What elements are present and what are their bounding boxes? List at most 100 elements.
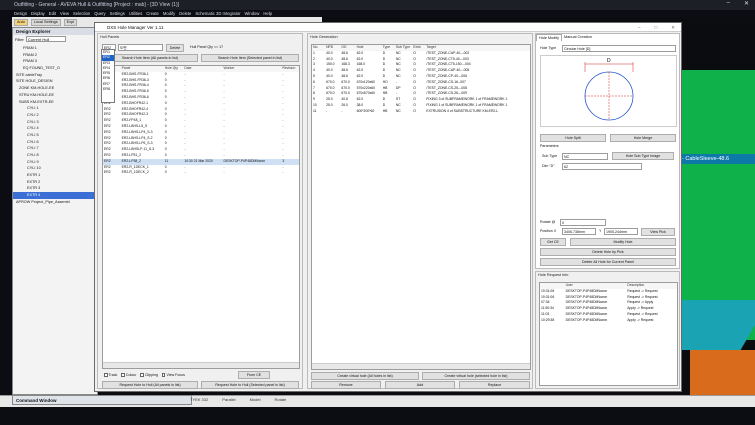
- table-row[interactable]: 10:29:38 DESKTOP-P4P48DM\kwon Apply -> Req…: [540, 318, 677, 324]
- menu-item[interactable]: Delete: [179, 10, 191, 17]
- tree-item[interactable]: CYLI 1: [13, 105, 97, 112]
- close-icon[interactable]: ✕: [744, 0, 749, 10]
- minimize-icon[interactable]: –: [727, 0, 730, 10]
- create-all-virtual-hole-button[interactable]: Create virtual hole (All holes in list): [311, 372, 419, 380]
- rotate-input[interactable]: 0: [560, 219, 606, 226]
- hole-split-button[interactable]: Hole Split: [540, 134, 606, 142]
- tree-item[interactable]: CYLI 9: [13, 159, 97, 166]
- menu-item[interactable]: Selection: [73, 10, 90, 17]
- search-all-panels-button[interactable]: Search Hole Item (All panels in list): [102, 54, 198, 62]
- tree-item[interactable]: CYLI 2: [13, 112, 97, 119]
- menu-item[interactable]: Window: [244, 10, 259, 17]
- tree-item[interactable]: SUBS KM-EXTR-EE: [13, 99, 97, 106]
- tree-item[interactable]: CYLI 6: [13, 139, 97, 146]
- dialog-minimize-icon[interactable]: –: [638, 23, 641, 32]
- tree-item[interactable]: CYLI 7: [13, 145, 97, 152]
- search-selected-panel-button[interactable]: Search Hole Item (Selected panel in list…: [201, 54, 299, 62]
- tree-item[interactable]: CYLI 10: [13, 165, 97, 172]
- modify-hole-button[interactable]: Modify Hole: [570, 238, 676, 246]
- delete-all-holes-button[interactable]: Delete All Hole for Current Panel: [540, 258, 676, 266]
- dropdown-option[interactable]: ER8: [102, 87, 114, 92]
- tab-manual-creation[interactable]: Manual Creation: [562, 34, 594, 40]
- menu-item[interactable]: Utilities: [129, 10, 143, 17]
- tree-item[interactable]: CYLI 8: [13, 152, 97, 159]
- from-ce-button[interactable]: From CE: [238, 371, 270, 379]
- tree-item[interactable]: CYLI 5: [13, 132, 97, 139]
- menu-item[interactable]: Schematic 3D Integrator: [195, 10, 240, 17]
- tab-hole-modify[interactable]: Hole Modify: [536, 34, 563, 41]
- tree-item[interactable]: EXTR 4: [13, 192, 97, 199]
- tree-item[interactable]: FRAM 3: [13, 58, 97, 65]
- filter-select[interactable]: Current Hull: [25, 36, 66, 42]
- hull-panels-title: Hull Panels: [100, 35, 120, 39]
- sub-type-select[interactable]: NC: [562, 153, 608, 160]
- dim-d-input[interactable]: 62: [562, 163, 642, 170]
- dialog-close-icon[interactable]: ✕: [671, 23, 675, 32]
- table-cell: 11: [313, 108, 317, 113]
- view-option-checkbox[interactable]: Clipping: [140, 373, 158, 377]
- dialog-title-bar: DXS Hole Manager Ver 1.11 – □ ✕: [95, 23, 681, 32]
- menu-item[interactable]: Help: [263, 10, 272, 17]
- delete-button[interactable]: Delete: [166, 44, 184, 52]
- view-option-checkbox[interactable]: Colour: [121, 373, 136, 377]
- menu-item[interactable]: Modify: [163, 10, 175, 17]
- table-cell: 600*200*60: [356, 108, 375, 113]
- tree-item[interactable]: FRAM 2: [13, 52, 97, 59]
- hole-merge-button[interactable]: Hole Merge: [610, 134, 676, 142]
- hole-type-select[interactable]: Circular Hole [D]: [562, 45, 676, 52]
- dialog-maximize-icon[interactable]: □: [655, 23, 658, 32]
- tree-item[interactable]: EXTR 2: [13, 179, 97, 186]
- hole-table-hscroll[interactable]: [312, 363, 530, 369]
- replace-button[interactable]: Replace: [459, 381, 530, 389]
- position-x-input[interactable]: 3406.738mm: [562, 228, 596, 235]
- table-cell: ER2-R_1DECK_2: [121, 170, 149, 175]
- tree-item[interactable]: EQ FOUND_TEST_O: [13, 65, 97, 72]
- sub-type-image-button[interactable]: Hole Sub Type Image: [612, 152, 674, 160]
- delete-hole-by-pick-button[interactable]: Delete Hole by Pick: [540, 248, 676, 256]
- menu-item[interactable]: View: [60, 10, 69, 17]
- get-ce-button[interactable]: Get CE: [540, 238, 566, 246]
- position-y-input[interactable]: 1905.244mm: [604, 228, 638, 235]
- checkbox-icon[interactable]: [161, 373, 166, 377]
- table-row[interactable]: 11 - - 600*200*60 HB NC O EXTRUSION 4 of SUBSTR…: [312, 109, 530, 115]
- tree-item[interactable]: CYLI 4: [13, 125, 97, 132]
- request-selected-panel-button[interactable]: Request Hole to Hull (Selected panel in …: [201, 381, 299, 389]
- table-row[interactable]: ER2 ER2-R_1DECK_2 0 - - -: [103, 170, 299, 176]
- checkbox-icon[interactable]: [140, 373, 144, 377]
- auto-mode-button[interactable]: Auto: [14, 18, 28, 26]
- tree-item[interactable]: FRAM 1: [13, 45, 97, 52]
- view-option-checkbox[interactable]: View Focus: [161, 373, 185, 377]
- create-selected-virtual-hole-button[interactable]: Create virtual hole (selected hole in li…: [422, 372, 530, 380]
- menu-item[interactable]: Edit: [49, 10, 56, 17]
- panel-combo[interactable]: 도면: [118, 44, 163, 51]
- table-cell: NC: [395, 108, 401, 113]
- tree-item[interactable]: EXTR 3: [13, 185, 97, 192]
- column-header[interactable]: Sub Type: [394, 45, 413, 51]
- menu-item[interactable]: Create: [146, 10, 159, 17]
- checkbox-icon[interactable]: [121, 373, 125, 377]
- tree-item[interactable]: SITE HOLE_DESIGN: [13, 78, 97, 85]
- hull-table-hscroll[interactable]: [103, 362, 299, 368]
- request-all-panels-button[interactable]: Request Hole to Hull (All panels in list…: [102, 381, 198, 389]
- view-pick-button[interactable]: View Pick: [641, 228, 675, 236]
- table-cell: Apply -> Request: [627, 317, 654, 322]
- checkbox-icon[interactable]: [104, 373, 108, 377]
- zone-dropdown-list[interactable]: ER1 ER2 ER3 ER4 ER5 ER6 ER7 ER8: [101, 49, 115, 103]
- explorer-button[interactable]: Expl: [63, 18, 78, 26]
- menu-item[interactable]: Settings: [110, 10, 125, 17]
- view-option-checkbox[interactable]: Track: [104, 373, 117, 377]
- tree-item[interactable]: EXTR 1: [13, 172, 97, 179]
- menu-item[interactable]: Query: [94, 10, 105, 17]
- tree-item[interactable]: ZONE KM-HOLE-EE: [13, 85, 97, 92]
- window-title: Outfitting - General - AVEVA Hull & Outf…: [0, 0, 755, 10]
- remove-button[interactable]: Remove: [311, 381, 381, 389]
- add-button[interactable]: Add: [385, 381, 455, 389]
- tree-item[interactable]: CYLI 3: [13, 119, 97, 126]
- menu-item[interactable]: Display: [31, 10, 45, 17]
- tree-item[interactable]: STRU KM-HOLE-EE: [13, 92, 97, 99]
- tree-item[interactable]: APROW Project_Pipe_Assembl: [13, 199, 97, 206]
- command-window[interactable]: Command Window: [12, 395, 192, 405]
- local-settings-button[interactable]: Local Settings: [30, 18, 61, 26]
- menu-item[interactable]: Design: [14, 10, 27, 17]
- tree-item[interactable]: SITE cableTray: [13, 72, 97, 79]
